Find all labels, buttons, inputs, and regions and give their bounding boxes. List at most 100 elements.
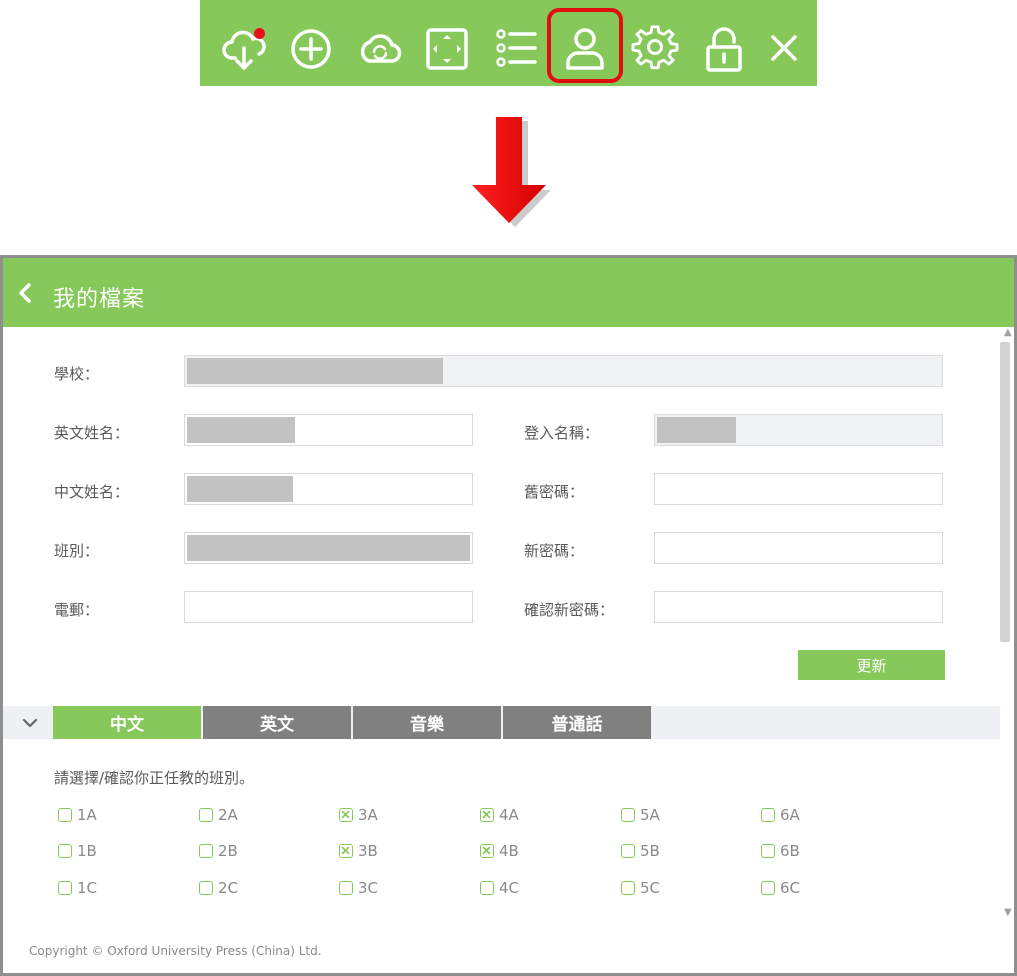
class-checkbox-item[interactable]: 3C [339, 879, 378, 897]
class-label: 班別： [54, 542, 100, 560]
class-checkbox-item[interactable]: 1C [58, 879, 97, 897]
class-label: 6B [780, 842, 800, 860]
checked-box-icon[interactable] [480, 808, 494, 822]
profile-icon [566, 28, 604, 70]
fullscreen-button[interactable] [419, 18, 475, 78]
confirm-password-field[interactable] [654, 591, 943, 623]
class-label: 4C [499, 879, 520, 897]
profile-button[interactable] [547, 8, 623, 83]
checkbox-icon[interactable] [199, 844, 213, 858]
checkbox-icon[interactable] [621, 881, 635, 895]
fullscreen-icon [426, 28, 468, 70]
copyright-text: Copyright © Oxford University Press (Chi… [29, 944, 322, 958]
class-label: 4A [499, 806, 519, 824]
english-name-label: 英文姓名： [54, 424, 130, 442]
checkbox-icon[interactable] [761, 881, 775, 895]
scroll-down-icon[interactable]: ▼ [1004, 908, 1012, 918]
class-checkbox-item[interactable]: 2C [199, 879, 238, 897]
redacted-value [187, 417, 295, 443]
checkbox-icon[interactable] [621, 844, 635, 858]
chinese-name-field[interactable] [184, 473, 473, 505]
class-checkbox-item[interactable]: 6A [761, 806, 800, 824]
checkbox-icon[interactable] [58, 844, 72, 858]
checked-box-icon[interactable] [339, 808, 353, 822]
checked-box-icon[interactable] [480, 844, 494, 858]
checkbox-icon[interactable] [58, 808, 72, 822]
cloud-download-button[interactable] [217, 18, 273, 78]
class-label: 2C [218, 879, 239, 897]
class-label: 6A [780, 806, 800, 824]
class-checkbox-item[interactable]: 4B [480, 842, 519, 860]
redacted-value [187, 535, 470, 561]
checkbox-icon[interactable] [761, 844, 775, 858]
class-label: 6C [780, 879, 801, 897]
subject-tabs-bar: 中文 英文 音樂 普通話 [3, 706, 1000, 739]
class-label: 1B [77, 842, 97, 860]
list-icon [496, 29, 537, 67]
class-checkbox-item[interactable]: 3A [339, 806, 378, 824]
list-button[interactable] [488, 18, 544, 78]
scroll-up-icon[interactable]: ▲ [1004, 328, 1012, 338]
class-checkbox-item[interactable]: 1A [58, 806, 97, 824]
subject-tab[interactable]: 普通話 [503, 706, 651, 739]
redacted-value [187, 476, 293, 502]
checkbox-icon[interactable] [58, 881, 72, 895]
class-checkbox-item[interactable]: 6B [761, 842, 800, 860]
class-label: 5B [640, 842, 660, 860]
checkbox-icon[interactable] [199, 808, 213, 822]
class-checkbox-item[interactable]: 4A [480, 806, 519, 824]
settings-button[interactable] [627, 18, 683, 78]
new-password-field[interactable] [654, 532, 943, 564]
class-label: 3B [358, 842, 378, 860]
class-checkbox-item[interactable]: 5A [621, 806, 660, 824]
new-password-label: 新密碼： [524, 542, 585, 560]
class-checkbox-item[interactable]: 1B [58, 842, 97, 860]
old-password-label: 舊密碼： [524, 483, 585, 501]
notification-dot [254, 28, 265, 39]
close-icon [771, 35, 797, 61]
english-name-field[interactable] [184, 414, 473, 446]
unlock-button[interactable] [696, 18, 752, 78]
page-title: 我的檔案 [53, 287, 146, 312]
class-label: 1C [77, 879, 98, 897]
class-checkbox-item[interactable]: 6C [761, 879, 800, 897]
class-label: 5A [640, 806, 660, 824]
email-label: 電郵： [54, 601, 100, 619]
scrollbar-thumb[interactable] [1000, 342, 1010, 642]
class-checkbox-item[interactable]: 3B [339, 842, 378, 860]
cloud-sync-button[interactable] [352, 18, 408, 78]
class-label: 1A [77, 806, 97, 824]
checkbox-icon[interactable] [199, 881, 213, 895]
class-checkbox-item[interactable]: 2A [199, 806, 238, 824]
class-field[interactable] [184, 532, 473, 564]
email-field[interactable] [184, 591, 473, 623]
subject-tab[interactable]: 中文 [53, 706, 201, 739]
update-button[interactable]: 更新 [798, 650, 945, 680]
class-checkbox-item[interactable]: 4C [480, 879, 519, 897]
back-arrow-icon[interactable] [13, 280, 39, 306]
chevron-down-icon[interactable] [19, 712, 41, 734]
checkbox-icon[interactable] [761, 808, 775, 822]
profile-panel: 我的檔案 ▲ ▼ 學校： 英文姓名： 登入名稱： 中文姓名： 舊密碼： 班別： … [0, 255, 1017, 976]
panel-header: 我的檔案 [3, 258, 1014, 327]
class-label: 3A [358, 806, 378, 824]
subject-tab[interactable]: 音樂 [353, 706, 501, 739]
class-instruction: 請選擇/確認你正任教的班別。 [54, 769, 255, 787]
login-name-field [654, 414, 943, 446]
subject-tab[interactable]: 英文 [203, 706, 351, 739]
class-checkbox-item[interactable]: 5C [621, 879, 660, 897]
checked-box-icon[interactable] [339, 844, 353, 858]
close-button[interactable] [755, 18, 811, 78]
old-password-field[interactable] [654, 473, 943, 505]
add-circle-icon [291, 29, 331, 69]
checkbox-icon[interactable] [339, 881, 353, 895]
school-field [184, 355, 943, 387]
class-checkbox-item[interactable]: 5B [621, 842, 660, 860]
checkbox-icon[interactable] [621, 808, 635, 822]
add-button[interactable] [283, 18, 339, 78]
checkbox-icon[interactable] [480, 881, 494, 895]
redacted-value [187, 358, 443, 384]
school-label: 學校： [54, 365, 100, 383]
class-checkbox-item[interactable]: 2B [199, 842, 238, 860]
class-label: 2A [218, 806, 238, 824]
